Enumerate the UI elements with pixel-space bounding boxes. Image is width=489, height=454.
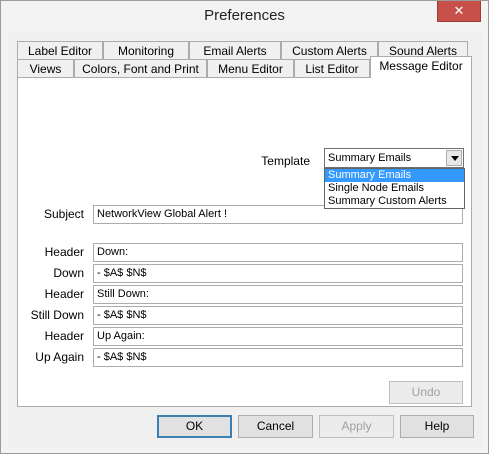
cancel-button[interactable]: Cancel (238, 415, 313, 438)
ok-button[interactable]: OK (157, 415, 232, 438)
close-button[interactable]: ✕ (437, 1, 481, 22)
header-down-label: Header (44, 245, 84, 259)
help-button[interactable]: Help (400, 415, 474, 438)
tab-label-editor[interactable]: Label Editor (17, 41, 103, 60)
template-option-single-node-emails[interactable]: Single Node Emails (325, 182, 464, 195)
down-field[interactable]: - $A$ $N$ (93, 264, 463, 283)
header-still-down-label: Header (44, 287, 84, 301)
tab-menu-editor[interactable]: Menu Editor (207, 59, 294, 78)
tab-custom-alerts[interactable]: Custom Alerts (281, 41, 378, 60)
still-down-field[interactable]: - $A$ $N$ (93, 306, 463, 325)
dialog-client-area: Label Editor Monitoring Email Alerts Cus… (8, 31, 482, 448)
undo-button[interactable]: Undo (389, 381, 463, 404)
title-bar: Preferences ✕ (1, 1, 488, 31)
template-dropdown-list: Summary Emails Single Node Emails Summar… (324, 168, 465, 209)
up-again-label: Up Again (35, 350, 84, 364)
tab-monitoring[interactable]: Monitoring (103, 41, 189, 60)
up-again-field[interactable]: - $A$ $N$ (93, 348, 463, 367)
template-option-summary-emails[interactable]: Summary Emails (325, 169, 464, 182)
tab-colors-font-print[interactable]: Colors, Font and Print (74, 59, 207, 78)
down-label: Down (53, 266, 84, 280)
header-up-again-field[interactable]: Up Again: (93, 327, 463, 346)
tab-list-editor[interactable]: List Editor (294, 59, 370, 78)
still-down-label: Still Down (30, 308, 84, 322)
header-up-again-label: Header (44, 329, 84, 343)
preferences-window: Preferences ✕ Label Editor Monitoring Em… (0, 0, 489, 454)
header-down-field[interactable]: Down: (93, 243, 463, 262)
header-still-down-field[interactable]: Still Down: (93, 285, 463, 304)
window-title: Preferences (204, 7, 285, 24)
template-option-summary-custom-alerts[interactable]: Summary Custom Alerts (325, 195, 464, 208)
chevron-down-icon[interactable] (446, 150, 462, 166)
tab-email-alerts[interactable]: Email Alerts (189, 41, 281, 60)
template-select[interactable]: Summary Emails (324, 148, 464, 168)
template-select-value: Summary Emails (328, 152, 412, 164)
tab-views[interactable]: Views (17, 59, 74, 78)
template-label: Template (261, 154, 310, 168)
message-editor-panel: Template Summary Emails Summary Emails S… (17, 77, 472, 407)
apply-button[interactable]: Apply (319, 415, 394, 438)
subject-label: Subject (43, 207, 84, 221)
tab-message-editor[interactable]: Message Editor (370, 56, 472, 78)
